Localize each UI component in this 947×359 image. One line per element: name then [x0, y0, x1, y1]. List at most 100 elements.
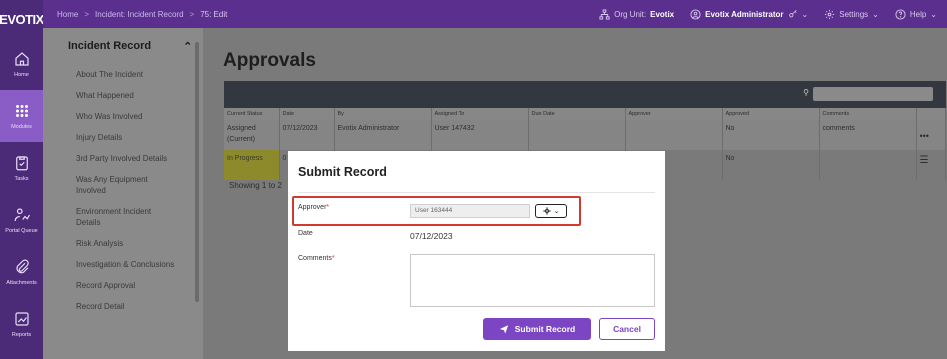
help-menu[interactable]: Help ⌄ — [895, 8, 937, 20]
section-nav-scrollbar[interactable] — [195, 42, 199, 302]
rail-item-attachments[interactable]: Attachments — [0, 246, 43, 298]
nav-item-who-was-involved[interactable]: Who Was Involved — [76, 106, 176, 127]
breadcrumb-current: 75: Edit — [200, 9, 228, 19]
breadcrumb-home[interactable]: Home — [57, 10, 78, 19]
submit-record-button[interactable]: Submit Record — [483, 318, 591, 340]
table-cell — [625, 120, 723, 150]
rail-label-portal-queue: Portal Queue — [5, 228, 38, 234]
nav-item-injury-details[interactable]: Injury Details — [76, 127, 176, 148]
grid-icon — [15, 105, 28, 117]
column-header[interactable]: Comments — [819, 108, 917, 120]
rail-item-home[interactable]: Home — [0, 38, 43, 90]
rail-item-reports[interactable]: Reports — [0, 298, 43, 350]
nav-item-risk-analysis[interactable]: Risk Analysis — [76, 233, 176, 254]
dialog-title: Submit Record — [298, 165, 387, 179]
gear-icon — [542, 207, 551, 215]
chevron-down-icon: ⌄ — [930, 9, 937, 19]
nav-item-3rd-party[interactable]: 3rd Party Involved Details — [76, 148, 176, 169]
nav-item-investigation[interactable]: Investigation & Conclusions — [76, 254, 176, 275]
user-menu[interactable]: Evotix Administrator ⌄ — [690, 8, 809, 20]
date-value: 07/12/2023 — [410, 231, 453, 241]
rail-label-home: Home — [14, 72, 29, 78]
settings-menu[interactable]: Settings ⌄ — [824, 9, 879, 20]
column-header — [916, 108, 946, 120]
breadcrumb: Home > Incident: Incident Record > 75: E… — [43, 10, 227, 19]
comments-label-text: Comments — [298, 255, 332, 262]
divider — [298, 192, 655, 193]
pagination-summary: Showing 1 to 2 — [229, 181, 282, 190]
chevron-down-icon: ⌄ — [553, 208, 560, 215]
cancel-button[interactable]: Cancel — [599, 318, 655, 340]
edit-record-icon[interactable]: ☰ — [920, 155, 929, 166]
search-icon[interactable]: ⚲ — [803, 88, 809, 97]
record-section-nav: Incident Record ⌃ About The Incident Wha… — [43, 28, 203, 359]
section-nav-header[interactable]: Incident Record ⌃ — [43, 28, 203, 64]
table-cell: Evotix Administrator — [334, 120, 432, 150]
chevron-up-icon[interactable]: ⌃ — [183, 40, 192, 53]
org-unit-label: Org Unit: — [614, 9, 647, 19]
comments-label: Comments* — [298, 255, 335, 262]
required-marker: * — [331, 255, 335, 262]
approver-label: Approver* — [298, 204, 329, 211]
org-unit-selector[interactable]: Org Unit: Evotix — [599, 8, 675, 20]
nav-item-equipment[interactable]: Was Any Equipment Involved — [76, 169, 176, 201]
app-rail: EVOTIX Home Modules Tasks Portal Queue A… — [0, 0, 44, 359]
portal-queue-icon — [14, 208, 30, 222]
rail-label-attachments: Attachments — [6, 280, 37, 286]
table-cell: User 147432 — [431, 120, 529, 150]
help-label: Help — [909, 9, 927, 19]
column-header[interactable]: Due Date — [528, 108, 626, 120]
rail-item-portal-queue[interactable]: Portal Queue — [0, 194, 43, 246]
column-header[interactable]: Date — [279, 108, 335, 120]
approver-options-button[interactable]: ⌄ — [535, 204, 567, 218]
table-row[interactable]: Assigned (Current) 07/12/2023 Evotix Adm… — [224, 120, 946, 150]
grid-toolbar: ⚲ — [224, 81, 946, 108]
key-icon — [788, 9, 797, 18]
nav-item-environment[interactable]: Environment Incident Details — [76, 201, 176, 233]
comments-textarea[interactable] — [410, 254, 655, 307]
user-icon — [690, 8, 701, 20]
section-nav-title: Incident Record — [68, 40, 152, 52]
chevron-down-icon: ⌄ — [801, 9, 809, 19]
table-cell: In Progress — [224, 150, 280, 180]
column-header[interactable]: Current Status — [224, 108, 280, 120]
submit-record-label: Submit Record — [514, 324, 576, 334]
rail-item-modules[interactable]: Modules — [0, 90, 43, 142]
table-cell: comments — [819, 120, 917, 150]
evotix-logo: EVOTIX — [0, 11, 44, 27]
table-cell: No — [722, 150, 820, 180]
table-cell — [528, 120, 626, 150]
rail-label-tasks: Tasks — [14, 176, 29, 182]
more-options-icon[interactable]: ••• — [920, 131, 929, 142]
top-bar: Home > Incident: Incident Record > 75: E… — [43, 0, 947, 28]
column-header[interactable]: By — [334, 108, 432, 120]
clipboard-icon — [15, 156, 28, 171]
grid-search-input[interactable] — [813, 87, 933, 101]
nav-item-record-detail[interactable]: Record Detail — [76, 296, 176, 317]
page-title: Approvals — [223, 50, 316, 71]
column-header[interactable]: Assigned To — [431, 108, 529, 120]
nav-item-record-approval[interactable]: Record Approval — [76, 275, 176, 296]
settings-label: Settings — [839, 9, 869, 19]
table-cell: Assigned (Current) — [224, 120, 280, 150]
table-cell: ☰ — [916, 150, 946, 180]
breadcrumb-record[interactable]: Incident: Incident Record — [95, 10, 184, 19]
nav-item-about-the-incident[interactable]: About The Incident — [76, 64, 176, 85]
approver-field[interactable]: User 163444 — [410, 204, 530, 218]
column-header[interactable]: Approved — [722, 108, 820, 120]
rail-label-reports: Reports — [11, 332, 32, 338]
org-unit-value: Evotix — [650, 9, 675, 19]
column-header[interactable]: Approver — [625, 108, 723, 120]
org-tree-icon — [599, 8, 610, 20]
send-icon — [499, 325, 508, 334]
home-icon — [14, 52, 29, 66]
chevron-down-icon: ⌄ — [872, 9, 879, 19]
chevron-right-icon: > — [84, 9, 90, 19]
date-label: Date — [298, 230, 313, 237]
rail-item-tasks[interactable]: Tasks — [0, 142, 43, 194]
paperclip-icon — [15, 259, 29, 274]
chevron-right-icon: > — [189, 9, 195, 19]
table-cell: ••• — [916, 120, 946, 150]
nav-item-what-happened[interactable]: What Happened — [76, 85, 176, 106]
table-cell: 07/12/2023 — [279, 120, 335, 150]
